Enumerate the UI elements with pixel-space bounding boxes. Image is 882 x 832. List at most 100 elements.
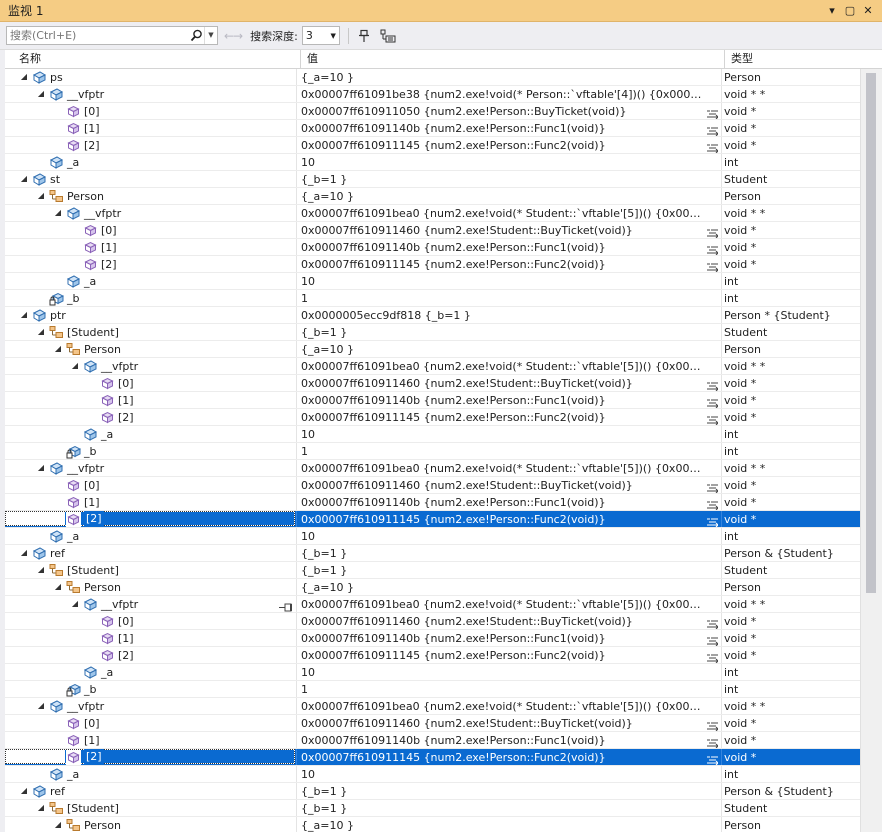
- watch-row-value-cell[interactable]: {_b=1 }: [296, 783, 720, 799]
- vertical-scrollbar[interactable]: [860, 69, 882, 832]
- watch-row-value-cell[interactable]: 0x00007ff610911145 {num2.exe!Person::Fun…: [296, 511, 720, 527]
- expand-collapse-icon[interactable]: ◢: [70, 358, 80, 374]
- dropdown-menu-button[interactable]: ▾: [824, 3, 840, 19]
- watch-row-value-cell[interactable]: {_a=10 }: [296, 817, 720, 832]
- visualizer-icon[interactable]: [707, 753, 719, 765]
- search-icon[interactable]: [188, 27, 204, 44]
- column-header-type[interactable]: 类型: [725, 50, 865, 68]
- watch-row-value-cell[interactable]: 0x00007ff610911145 {num2.exe!Person::Fun…: [296, 256, 720, 272]
- watch-row[interactable]: [2] 0x00007ff610911145 {num2.exe!Person::…: [5, 511, 860, 528]
- expand-collapse-icon[interactable]: ◢: [36, 324, 46, 340]
- watch-row-value-cell[interactable]: 0x00007ff61091140b {num2.exe!Person::Fun…: [296, 630, 720, 646]
- watch-row[interactable]: [0] 0x00007ff610911460 {num2.exe!Student:…: [5, 613, 860, 630]
- watch-row-value-cell[interactable]: {_b=1 }: [296, 545, 720, 561]
- watch-row[interactable]: [0] 0x00007ff610911460 {num2.exe!Student:…: [5, 477, 860, 494]
- watch-row[interactable]: _a 10 int: [5, 273, 860, 290]
- watch-row-value-cell[interactable]: {_a=10 }: [296, 188, 720, 204]
- expand-collapse-icon[interactable]: ◢: [36, 562, 46, 578]
- watch-row-value-cell[interactable]: 0x00007ff610911460 {num2.exe!Student::Bu…: [296, 613, 720, 629]
- watch-row-value-cell[interactable]: 10: [296, 273, 720, 289]
- watch-row-value-cell[interactable]: 0x00007ff61091140b {num2.exe!Person::Fun…: [296, 239, 720, 255]
- watch-row[interactable]: [1] 0x00007ff61091140b {num2.exe!Person::…: [5, 732, 860, 749]
- watch-row-value-cell[interactable]: 10: [296, 766, 720, 782]
- watch-row[interactable]: ◢ [Student] {_b=1 } Student: [5, 800, 860, 817]
- watch-row[interactable]: ◢ [Student] {_b=1 } Student: [5, 562, 860, 579]
- expand-collapse-icon[interactable]: ◢: [53, 341, 63, 357]
- expand-collapse-icon[interactable]: ◢: [36, 460, 46, 476]
- watch-row-value-cell[interactable]: 0x00007ff61091bea0 {num2.exe!void(* Stud…: [296, 698, 720, 714]
- expand-collapse-icon[interactable]: ◢: [19, 69, 29, 85]
- visualizer-icon[interactable]: [707, 736, 719, 748]
- watch-row[interactable]: ◢ __vfptr 0x00007ff61091be38 {num2.exe!voi…: [5, 86, 860, 103]
- expand-collapse-icon[interactable]: ◢: [53, 817, 63, 832]
- watch-row-value-cell[interactable]: 0x00007ff61091be38 {num2.exe!void(* Pers…: [296, 86, 720, 102]
- expand-collapse-icon[interactable]: ◢: [36, 800, 46, 816]
- close-button[interactable]: ✕: [860, 3, 876, 19]
- watch-row-value-cell[interactable]: 0x00007ff61091bea0 {num2.exe!void(* Stud…: [296, 460, 720, 476]
- watch-row[interactable]: _a 10 int: [5, 528, 860, 545]
- watch-row[interactable]: _b 1 int: [5, 681, 860, 698]
- search-input[interactable]: [7, 27, 188, 44]
- expand-collapse-icon[interactable]: ◢: [19, 783, 29, 799]
- visualizer-icon[interactable]: [707, 634, 719, 646]
- visualizer-icon[interactable]: [707, 515, 719, 527]
- watch-row[interactable]: ◢ __vfptr 0x00007ff61091bea0 {num2.exe!voi…: [5, 698, 860, 715]
- watch-row-value-cell[interactable]: {_b=1 }: [296, 324, 720, 340]
- watch-row-value-cell[interactable]: {_a=10 }: [296, 69, 720, 85]
- expand-collapse-icon[interactable]: ◢: [19, 171, 29, 187]
- watch-row-value-cell[interactable]: 0x0000005ecc9df818 {_b=1 }: [296, 307, 720, 323]
- watch-row-value-cell[interactable]: 10: [296, 664, 720, 680]
- watch-row[interactable]: [2] 0x00007ff610911145 {num2.exe!Person::…: [5, 647, 860, 664]
- watch-row-value-cell[interactable]: {_b=1 }: [296, 562, 720, 578]
- watch-row-value-cell[interactable]: {_b=1 }: [296, 800, 720, 816]
- watch-row[interactable]: _a 10 int: [5, 664, 860, 681]
- watch-row[interactable]: [2] 0x00007ff610911145 {num2.exe!Person::…: [5, 749, 860, 766]
- watch-row-value-cell[interactable]: 0x00007ff61091bea0 {num2.exe!void(* Stud…: [296, 205, 720, 221]
- visualizer-icon[interactable]: [707, 651, 719, 663]
- visualizer-icon[interactable]: [707, 498, 719, 510]
- column-header-name[interactable]: 名称: [13, 50, 301, 68]
- watch-row-value-cell[interactable]: 0x00007ff610911460 {num2.exe!Student::Bu…: [296, 375, 720, 391]
- visualizer-icon[interactable]: [707, 396, 719, 408]
- watch-row[interactable]: [2] 0x00007ff610911145 {num2.exe!Person::…: [5, 256, 860, 273]
- watch-row[interactable]: ◢ ref {_b=1 } Person & {Student}: [5, 783, 860, 800]
- watch-row[interactable]: [2] 0x00007ff610911145 {num2.exe!Person::…: [5, 409, 860, 426]
- expand-collapse-icon[interactable]: ◢: [53, 205, 63, 221]
- expand-collapse-icon[interactable]: ◢: [19, 307, 29, 323]
- watch-row-value-cell[interactable]: 0x00007ff61091140b {num2.exe!Person::Fun…: [296, 392, 720, 408]
- watch-row[interactable]: [0] 0x00007ff610911460 {num2.exe!Student:…: [5, 375, 860, 392]
- visualizer-icon[interactable]: [707, 719, 719, 731]
- expand-collapse-icon[interactable]: ◢: [70, 596, 80, 612]
- expand-collapse-icon[interactable]: ◢: [53, 579, 63, 595]
- watch-row[interactable]: ◢ __vfptr 0x00007ff61091bea0 {num2.exe!voi…: [5, 596, 860, 613]
- watch-row-value-cell[interactable]: 0x00007ff610911460 {num2.exe!Student::Bu…: [296, 477, 720, 493]
- visualizer-icon[interactable]: [707, 260, 719, 272]
- watch-row-value-cell[interactable]: 0x00007ff610911145 {num2.exe!Person::Fun…: [296, 137, 720, 153]
- watch-row[interactable]: _a 10 int: [5, 154, 860, 171]
- visualizer-icon[interactable]: [707, 413, 719, 425]
- expand-collapse-icon[interactable]: ◢: [36, 86, 46, 102]
- visualizer-icon[interactable]: [707, 124, 719, 136]
- watch-row-value-cell[interactable]: 10: [296, 426, 720, 442]
- visualizer-icon[interactable]: [707, 481, 719, 493]
- watch-row-value-cell[interactable]: 0x00007ff61091140b {num2.exe!Person::Fun…: [296, 120, 720, 136]
- visualizer-icon[interactable]: [707, 107, 719, 119]
- visualizer-icon[interactable]: [707, 226, 719, 238]
- column-header-value[interactable]: 值: [301, 50, 725, 68]
- watch-row-value-cell[interactable]: {_a=10 }: [296, 341, 720, 357]
- search-nav-arrows[interactable]: ←→: [224, 29, 243, 43]
- watch-row[interactable]: ◢ __vfptr 0x00007ff61091bea0 {num2.exe!voi…: [5, 460, 860, 477]
- visualizer-icon[interactable]: [707, 617, 719, 629]
- watch-row-value-cell[interactable]: 0x00007ff610911145 {num2.exe!Person::Fun…: [296, 409, 720, 425]
- watch-row[interactable]: ◢ Person {_a=10 } Person: [5, 188, 860, 205]
- watch-row[interactable]: ◢ ref {_b=1 } Person & {Student}: [5, 545, 860, 562]
- watch-row[interactable]: [1] 0x00007ff61091140b {num2.exe!Person::…: [5, 239, 860, 256]
- visualizer-icon[interactable]: [707, 141, 719, 153]
- watch-row[interactable]: ◢ Person {_a=10 } Person: [5, 579, 860, 596]
- watch-row-value-cell[interactable]: 10: [296, 528, 720, 544]
- watch-row-value-cell[interactable]: 0x00007ff61091140b {num2.exe!Person::Fun…: [296, 494, 720, 510]
- watch-row[interactable]: _a 10 int: [5, 766, 860, 783]
- expand-collapse-icon[interactable]: ◢: [36, 188, 46, 204]
- expand-collapse-icon[interactable]: ◢: [36, 698, 46, 714]
- maximize-button[interactable]: ▢: [842, 3, 858, 19]
